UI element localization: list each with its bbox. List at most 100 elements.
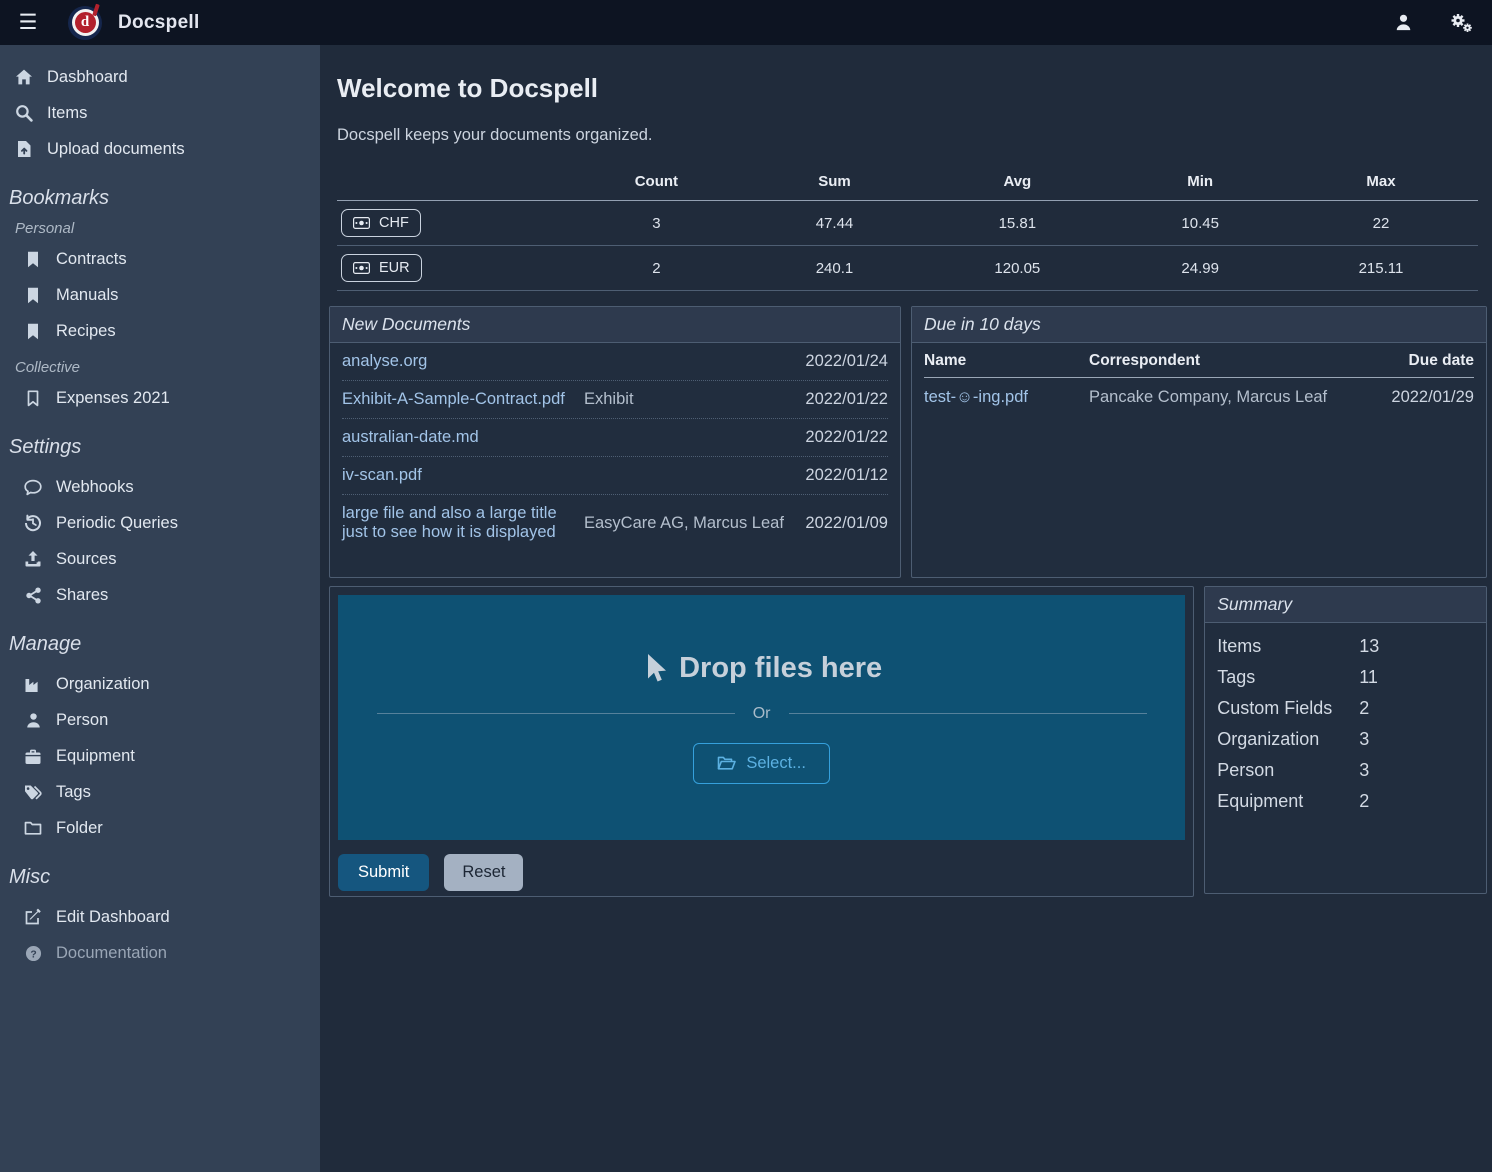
sidebar-item-dashboard[interactable]: Dasbhoard [0, 59, 320, 95]
money-bill-icon [353, 217, 370, 229]
sidebar-item-sources[interactable]: Sources [0, 541, 320, 577]
or-label: Or [753, 705, 771, 723]
sidebar: Dasbhoard Items Upload documents Bookmar [0, 45, 320, 1172]
summary-row: Tags 11 [1217, 662, 1474, 693]
document-row: iv-scan.pdf 2022/01/12 [342, 457, 888, 495]
bookmark-icon [23, 323, 43, 340]
sidebar-item-label: Dasbhoard [47, 68, 128, 87]
file-dropzone[interactable]: Drop files here Or Select... [338, 595, 1185, 840]
docspell-logo[interactable]: d [68, 6, 102, 40]
document-row: australian-date.md 2022/01/22 [342, 419, 888, 457]
sidebar-item-periodic-queries[interactable]: Periodic Queries [0, 505, 320, 541]
document-link[interactable]: analyse.org [342, 352, 584, 371]
sidebar-item-label: Recipes [56, 322, 116, 341]
document-link[interactable]: australian-date.md [342, 428, 584, 447]
bookmarks-group-collective: Collective [15, 359, 320, 376]
misc-heading: Misc [9, 866, 320, 889]
document-row: analyse.org 2022/01/24 [342, 343, 888, 381]
bookmark-icon [23, 287, 43, 304]
settings-heading: Settings [9, 436, 320, 459]
sidebar-item-webhooks[interactable]: Webhooks [0, 469, 320, 505]
document-link[interactable]: test-☺-ing.pdf [924, 378, 1089, 418]
bookmark-outline-icon [23, 390, 43, 407]
summary-title: Summary [1205, 587, 1486, 623]
manage-heading: Manage [9, 633, 320, 656]
select-files-button[interactable]: Select... [693, 743, 830, 784]
currency-badge-eur[interactable]: EUR [341, 254, 422, 282]
stats-row-chf: CHF 3 47.44 15.81 10.45 22 [337, 201, 1478, 246]
document-link[interactable]: large file and also a large title just t… [342, 504, 584, 542]
share-nodes-icon [23, 587, 43, 604]
new-documents-title: New Documents [330, 307, 900, 343]
bookmarks-group-personal: Personal [15, 220, 320, 237]
tags-icon [23, 784, 43, 801]
sidebar-item-tags[interactable]: Tags [0, 774, 320, 810]
bookmarks-heading: Bookmarks [9, 187, 320, 210]
sidebar-item-label: Items [47, 104, 87, 123]
summary-panel: Summary Items 13 Tags 11 Custom Fields 2 [1204, 586, 1487, 894]
due-panel: Due in 10 days Name Correspondent Due da… [911, 306, 1487, 578]
svg-text:?: ? [30, 949, 36, 960]
equipment-box-icon [23, 748, 43, 765]
stats-col-sum: Sum [751, 165, 919, 201]
user-icon[interactable] [1386, 6, 1420, 40]
sidebar-item-label: Tags [56, 783, 91, 802]
sidebar-item-label: Webhooks [56, 478, 134, 497]
submit-button[interactable]: Submit [338, 854, 429, 891]
summary-row: Equipment 2 [1217, 786, 1474, 817]
sidebar-item-label: Folder [56, 819, 103, 838]
document-link[interactable]: Exhibit-A-Sample-Contract.pdf [342, 390, 584, 409]
history-icon [23, 514, 43, 532]
sidebar-item-label: Equipment [56, 747, 135, 766]
sidebar-item-organization[interactable]: Organization [0, 666, 320, 702]
settings-gears-icon[interactable] [1444, 6, 1478, 40]
sidebar-item-equipment[interactable]: Equipment [0, 738, 320, 774]
sidebar-item-contracts[interactable]: Contracts [0, 241, 320, 277]
due-panel-title: Due in 10 days [912, 307, 1486, 343]
sidebar-item-person[interactable]: Person [0, 702, 320, 738]
new-documents-panel: New Documents analyse.org 2022/01/24 Exh… [329, 306, 901, 578]
sidebar-item-documentation[interactable]: ? Documentation [0, 935, 320, 971]
sidebar-item-label: Organization [56, 675, 150, 694]
bookmark-icon [23, 251, 43, 268]
summary-row: Items 13 [1217, 631, 1474, 662]
folder-open-icon [717, 755, 736, 771]
money-bill-icon [353, 262, 370, 274]
document-row: large file and also a large title just t… [342, 495, 888, 551]
main-content: Welcome to Docspell Docspell keeps your … [320, 45, 1492, 1172]
sidebar-item-label: Upload documents [47, 140, 185, 159]
question-circle-icon: ? [23, 945, 43, 962]
upload-icon [23, 550, 43, 568]
edit-pen-square-icon [23, 908, 43, 926]
sidebar-item-label: Manuals [56, 286, 118, 305]
sidebar-item-label: Contracts [56, 250, 127, 269]
stats-col-max: Max [1284, 165, 1478, 201]
summary-row: Custom Fields 2 [1217, 693, 1474, 724]
person-icon [23, 712, 43, 729]
industry-icon [23, 676, 43, 693]
sidebar-item-items[interactable]: Items [0, 95, 320, 131]
sidebar-item-label: Periodic Queries [56, 514, 178, 533]
dropzone-label: Drop files here [679, 652, 882, 685]
app-title: Docspell [118, 12, 200, 34]
sidebar-item-label: Documentation [56, 944, 167, 963]
sidebar-item-expenses-2021[interactable]: Expenses 2021 [0, 380, 320, 416]
reset-button[interactable]: Reset [444, 854, 523, 891]
summary-row: Person 3 [1217, 755, 1474, 786]
summary-row: Organization 3 [1217, 724, 1474, 755]
cursor-arrow-icon [641, 652, 667, 684]
menu-hamburger-icon[interactable]: ☰ [10, 5, 46, 41]
file-upload-icon [14, 140, 34, 158]
sidebar-item-upload-documents[interactable]: Upload documents [0, 131, 320, 167]
sidebar-item-recipes[interactable]: Recipes [0, 313, 320, 349]
sidebar-item-label: Shares [56, 586, 108, 605]
sidebar-item-shares[interactable]: Shares [0, 577, 320, 613]
sidebar-item-manuals[interactable]: Manuals [0, 277, 320, 313]
stats-row-eur: EUR 2 240.1 120.05 24.99 215.11 [337, 246, 1478, 291]
sidebar-item-edit-dashboard[interactable]: Edit Dashboard [0, 899, 320, 935]
search-icon [14, 104, 34, 122]
document-link[interactable]: iv-scan.pdf [342, 466, 584, 485]
sidebar-item-folder[interactable]: Folder [0, 810, 320, 846]
currency-badge-chf[interactable]: CHF [341, 209, 421, 237]
sidebar-item-label: Edit Dashboard [56, 908, 170, 927]
